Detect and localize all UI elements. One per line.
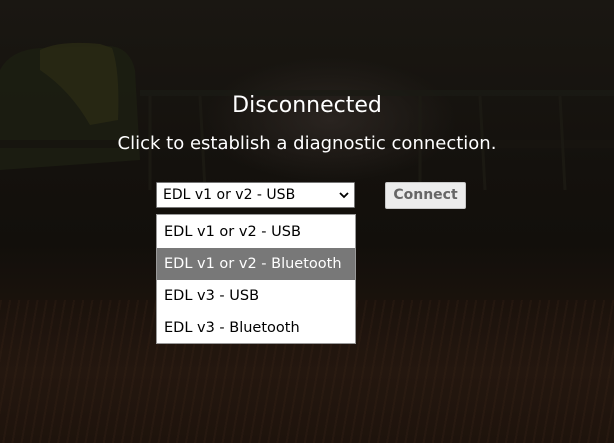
connection-type-selected-value: EDL v1 or v2 - USB [163, 187, 296, 203]
connect-button[interactable]: Connect [385, 182, 466, 209]
chevron-down-icon [339, 192, 349, 199]
connection-type-select[interactable]: EDL v1 or v2 - USB [156, 182, 355, 208]
status-title: Disconnected [232, 93, 382, 118]
connection-type-dropdown: EDL v1 or v2 - USB EDL v1 or v2 - Blueto… [156, 214, 356, 344]
option-edl-v1-v2-usb[interactable]: EDL v1 or v2 - USB [157, 216, 355, 248]
option-edl-v3-usb[interactable]: EDL v3 - USB [157, 280, 355, 312]
option-edl-v3-bluetooth[interactable]: EDL v3 - Bluetooth [157, 312, 355, 344]
status-subtitle: Click to establish a diagnostic connecti… [117, 133, 497, 154]
option-edl-v1-v2-bluetooth[interactable]: EDL v1 or v2 - Bluetooth [157, 248, 355, 280]
